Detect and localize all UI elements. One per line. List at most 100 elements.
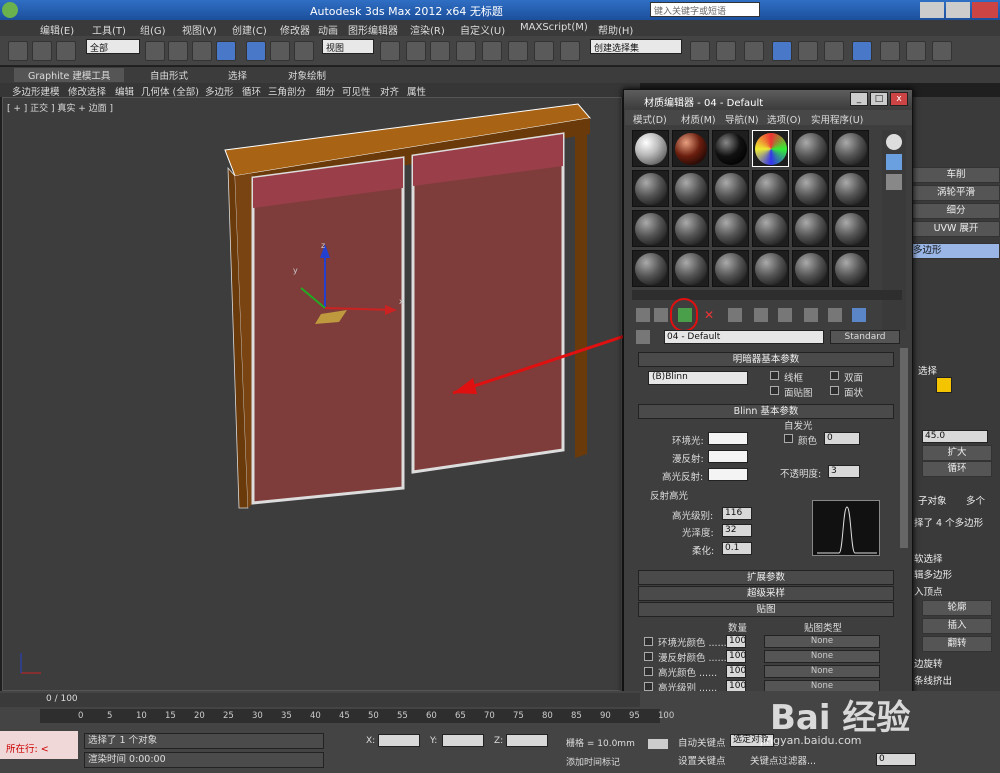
material-editor-titlebar[interactable]: 材质编辑器 - 04 - Default _ □ x [624,90,912,109]
map-enable-checkbox[interactable] [644,682,653,691]
reset-map-icon[interactable]: ✕ [704,308,718,322]
selection-filter-dropdown[interactable]: 全部 [86,39,140,54]
material-slot[interactable] [632,170,669,207]
x-coord-input[interactable] [378,734,420,747]
menu-edit[interactable]: 编辑(E) [40,22,74,37]
wire-checkbox[interactable] [770,371,779,380]
render-setup-icon[interactable] [880,41,900,61]
menu-maxscript[interactable]: MAXScript(M) [520,22,588,33]
modifier-stack-item[interactable]: 多边形 [912,243,1000,259]
me-menu-options[interactable]: 选项(O) [767,112,801,126]
self-illum-color-checkbox[interactable] [784,434,793,443]
background-icon[interactable] [886,174,902,190]
angle-snap-icon[interactable] [482,41,502,61]
rect-selection-icon[interactable] [192,41,212,61]
current-frame-input[interactable]: 0 [876,753,916,766]
tab-graphite[interactable]: Graphite 建模工具 [14,68,125,82]
by-subobject-label[interactable]: 子对象 [918,493,947,507]
shader-dropdown[interactable]: (B)Blinn [648,371,748,385]
faceted-checkbox[interactable] [830,386,839,395]
time-slider[interactable]: 0 / 100 [0,693,640,707]
threshold-input[interactable]: 45.0 [922,430,988,443]
material-slot[interactable] [632,210,669,247]
two-sided-checkbox[interactable] [830,371,839,380]
named-selection-dropdown[interactable]: 创建选择集 [590,39,682,54]
material-slot[interactable] [792,210,829,247]
mirror-icon[interactable] [690,41,710,61]
menu-rendering[interactable]: 渲染(R) [410,22,445,37]
glossiness-input[interactable]: 32 [722,524,752,537]
menu-create[interactable]: 创建(C) [232,22,267,37]
maps-rollout[interactable]: 贴图 [638,602,894,617]
modifier-turbosmooth-button[interactable]: 涡轮平滑 [912,185,1000,201]
menu-views[interactable]: 视图(V) [182,22,217,37]
select-by-name-icon[interactable] [168,41,188,61]
loop-button[interactable]: 循环 [922,461,992,477]
map-slot-button[interactable]: None [764,665,880,678]
add-time-tag-button[interactable]: 添加时间标记 [566,755,620,768]
select-object-icon[interactable] [145,41,165,61]
selection-rollout-label[interactable]: 选择 [918,363,937,377]
material-slot[interactable] [752,250,789,287]
material-slot[interactable] [832,250,869,287]
outline-button[interactable]: 轮廓 [922,600,992,616]
material-slot[interactable] [712,250,749,287]
self-illum-input[interactable]: 0 [824,432,860,445]
render-icon[interactable] [932,41,952,61]
key-icon[interactable] [648,739,668,749]
menu-modifiers[interactable]: 修改器 [280,22,310,37]
backlight-icon[interactable] [886,154,902,170]
material-slot[interactable] [712,210,749,247]
auto-key-button[interactable]: 自动关键点 [678,735,726,749]
multiple-radio[interactable]: 多个 [966,493,985,507]
layer-manager-icon[interactable] [744,41,764,61]
ribbon-tris[interactable]: 三角剖分 [268,84,306,98]
tab-freeform[interactable]: 自由形式 [150,68,188,82]
curve-editor-icon[interactable] [798,41,818,61]
material-slot[interactable] [712,130,749,167]
material-slot[interactable] [792,250,829,287]
shader-rollout[interactable]: 明暗器基本参数 [638,352,894,367]
ribbon-properties[interactable]: 属性 [407,84,426,98]
ribbon-poly-modeling[interactable]: 多边形建模 [12,84,60,98]
window-crossing-icon[interactable] [216,41,236,61]
supersampling-rollout[interactable]: 超级采样 [638,586,894,601]
face-map-checkbox[interactable] [770,386,779,395]
tab-selection[interactable]: 选择 [228,68,247,82]
show-end-result-icon[interactable] [852,308,866,322]
keyboard-shortcut-icon[interactable] [430,41,450,61]
me-close-button[interactable]: x [890,92,908,106]
menu-customize[interactable]: 自定义(U) [460,22,505,37]
map-enable-checkbox[interactable] [644,637,653,646]
graphite-toggle-icon[interactable] [772,41,792,61]
percent-snap-icon[interactable] [508,41,528,61]
bind-space-warp-icon[interactable] [56,41,76,61]
unique-icon[interactable] [754,308,768,322]
flip-button[interactable]: 翻转 [922,636,992,652]
specular-color-swatch[interactable] [708,468,748,481]
me-menu-modes[interactable]: 模式(D) [633,112,667,126]
ambient-color-swatch[interactable] [708,432,748,445]
close-button[interactable] [972,2,998,18]
spec-level-input[interactable]: 116 [722,507,752,520]
spinner-snap-icon[interactable] [534,41,554,61]
maxscript-listener[interactable]: 所在行: < [0,731,78,759]
set-key-button[interactable]: 设置关键点 [678,753,726,767]
modifier-uvw-button[interactable]: UVW 展开 [912,221,1000,237]
ribbon-modify-selection[interactable]: 修改选择 [68,84,106,98]
menu-animation[interactable]: 动画 [318,22,338,37]
material-name-field[interactable]: 04 - Default [664,330,824,344]
get-material-icon[interactable] [636,308,650,322]
map-slot-button[interactable]: None [764,650,880,663]
unlink-icon[interactable] [32,41,52,61]
ribbon-align[interactable]: 对齐 [380,84,399,98]
me-scrollbar[interactable] [900,348,908,548]
search-input[interactable]: 键入关键字或短语 [650,2,760,17]
rotate-icon[interactable] [270,41,290,61]
soften-input[interactable]: 0.1 [722,542,752,555]
material-slot[interactable] [752,210,789,247]
menu-group[interactable]: 组(G) [140,22,166,37]
modifier-tessellate-button[interactable]: 细分 [912,203,1000,219]
schematic-view-icon[interactable] [824,41,844,61]
blinn-rollout[interactable]: Blinn 基本参数 [638,404,894,419]
